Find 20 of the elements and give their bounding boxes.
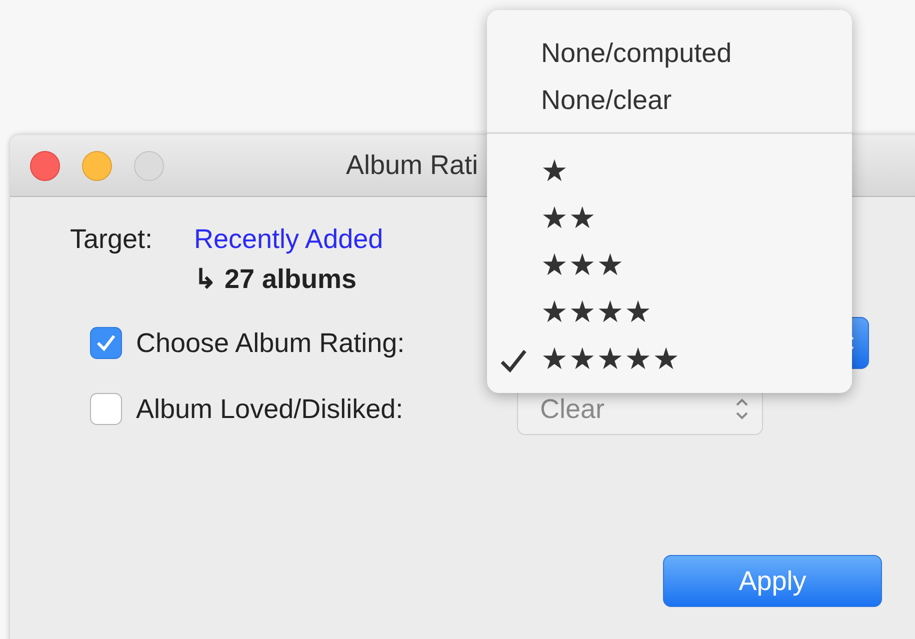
checkbox[interactable] (90, 327, 122, 359)
menu-item[interactable]: ★★★ (487, 242, 852, 289)
menu-item[interactable]: None/computed (487, 30, 852, 77)
menu-item[interactable]: None/clear (487, 77, 852, 124)
menu-item[interactable]: ★★★★ (487, 289, 852, 336)
window-title: Album Rati (346, 150, 478, 181)
menu-item[interactable]: ★ (487, 148, 852, 195)
checkbox[interactable] (90, 393, 122, 425)
close-button[interactable] (30, 150, 60, 180)
target-link[interactable]: Recently Added (194, 224, 384, 255)
checkmark-icon (95, 333, 117, 353)
menu-item[interactable]: ★★ (487, 195, 852, 242)
chevron-icon (734, 396, 750, 422)
option-label: Album Loved/Disliked: (136, 394, 404, 424)
minimize-button[interactable] (82, 150, 112, 180)
target-label: Target: (70, 224, 153, 255)
option-label: Choose Album Rating: (136, 328, 406, 358)
zoom-button[interactable] (134, 150, 164, 180)
album-count: ↳ 27 albums (194, 263, 357, 295)
menu-item[interactable]: ★★★★★ (487, 336, 852, 383)
